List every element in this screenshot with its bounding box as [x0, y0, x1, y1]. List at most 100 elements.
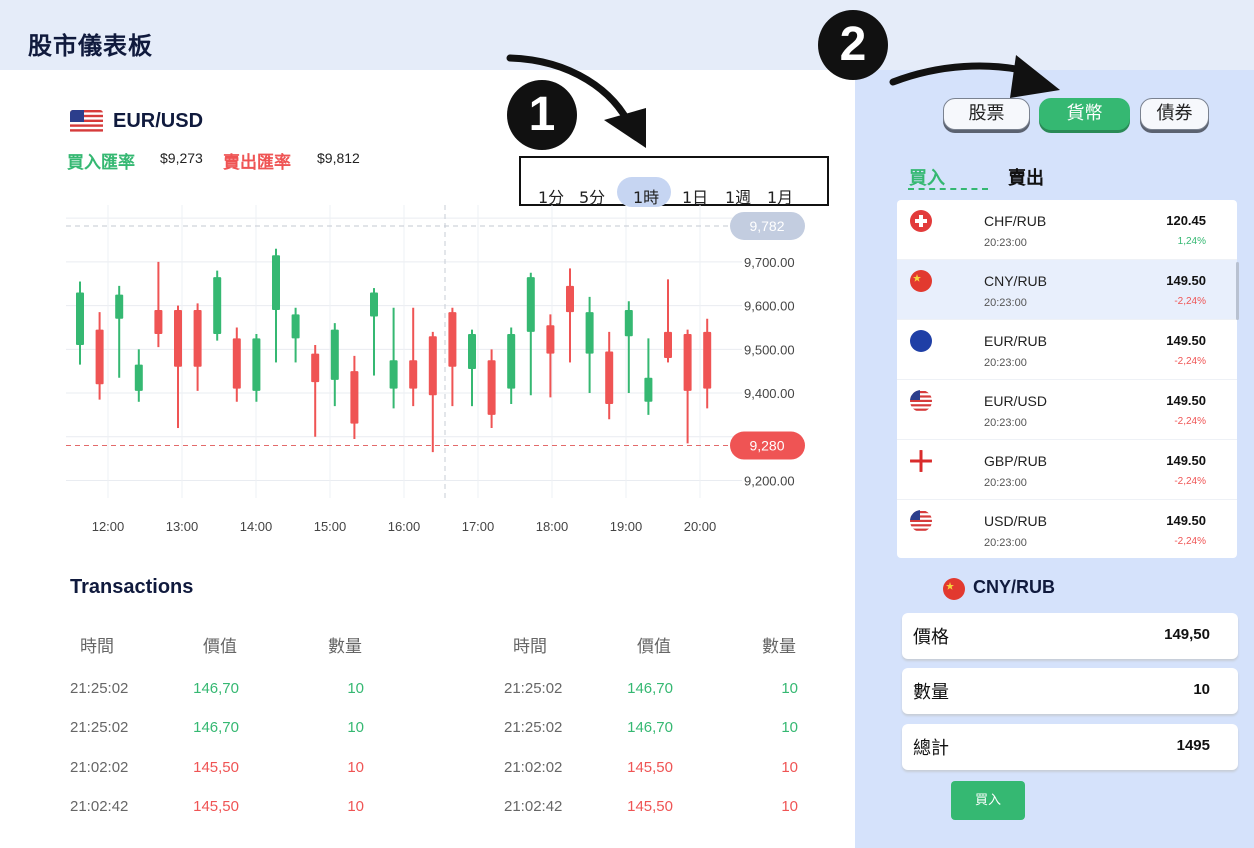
x-tick-label: 13:00 [166, 519, 199, 534]
y-tick-label: 9,700.00 [744, 255, 795, 270]
sell-rate-label: 賣出匯率 [223, 153, 291, 173]
candle-body [134, 364, 143, 391]
tx-qty: 10 [347, 759, 364, 776]
quantity-value: 10 [1193, 681, 1210, 698]
x-tick-label: 17:00 [462, 519, 495, 534]
tx-qty: 10 [781, 680, 798, 697]
timeframe-selector: 1分 5分 1時 1日 1週 1月 [519, 156, 829, 207]
candle-body [487, 360, 496, 415]
tx-time: 21:25:02 [70, 680, 129, 697]
tx-time: 21:25:02 [70, 719, 129, 736]
x-tick-label: 20:00 [684, 519, 717, 534]
candle-body [370, 292, 378, 317]
quantity-field[interactable]: 數量 10 [902, 668, 1238, 714]
candle-body [664, 331, 672, 359]
pair-name: EUR/RUB [984, 333, 1048, 349]
tx-qty: 10 [347, 719, 364, 736]
candle-body [174, 309, 182, 367]
tx-header-qty: 數量 [762, 637, 796, 657]
candle-body [468, 334, 476, 369]
candle-body [507, 334, 516, 389]
us-flag-icon [910, 510, 932, 532]
step-1-badge: 1 [507, 80, 577, 150]
pair-row-gbp-rub[interactable]: GBP/RUB 20:23:00 149.50 -2,24% [897, 440, 1237, 500]
candle-body [76, 292, 84, 345]
total-value: 1495 [1176, 737, 1210, 754]
tx-value: 146,70 [627, 719, 673, 736]
price-value: 149,50 [1164, 626, 1210, 643]
tx-value: 145,50 [193, 798, 239, 815]
candle-body [154, 309, 163, 335]
tx-qty: 10 [347, 680, 364, 697]
pair-time: 20:23:00 [984, 537, 1027, 549]
tab-buy-underline [908, 188, 988, 190]
buy-rate-value: $9,273 [160, 150, 203, 166]
candle-body [605, 351, 614, 404]
candlestick-chart[interactable]: 9,800.009,700.009,600.009,500.009,400.00… [60, 205, 820, 545]
candle-body [585, 312, 594, 354]
china-flag-icon [910, 270, 932, 292]
tx-qty: 10 [781, 759, 798, 776]
tx-value: 146,70 [627, 680, 673, 697]
category-currency-button[interactable]: 貨幣 [1039, 98, 1130, 130]
candle-body [683, 334, 692, 391]
transactions-title: Transactions [70, 576, 194, 598]
pair-change: -2,24% [1174, 356, 1206, 367]
tx-qty: 10 [781, 719, 798, 736]
x-tick-label: 12:00 [92, 519, 125, 534]
app-title: 股市儀表板 [28, 32, 153, 60]
pair-time: 20:23:00 [984, 297, 1027, 309]
tx-time: 21:02:42 [504, 798, 563, 815]
pair-change: -2,24% [1174, 476, 1206, 487]
china-flag-icon [943, 578, 965, 600]
tx-header-qty: 數量 [328, 637, 362, 657]
tx-time: 21:02:02 [504, 759, 563, 776]
tx-header-value: 價值 [637, 637, 671, 657]
tx-value: 145,50 [627, 798, 673, 815]
pair-row-eur-rub[interactable]: EUR/RUB 20:23:00 149.50 -2,24% [897, 320, 1237, 380]
currency-pair-list[interactable]: CHF/RUB 20:23:00 120.45 1,24% CNY/RUB 20… [897, 200, 1237, 558]
us-flag-icon [70, 110, 103, 134]
candle-body [330, 329, 339, 380]
buy-rate-label: 買入匯率 [67, 153, 135, 173]
x-tick-label: 18:00 [536, 519, 569, 534]
candle-body [272, 255, 280, 310]
y-tick-label: 9,400.00 [744, 386, 795, 401]
pair-row-usd-rub[interactable]: USD/RUB 20:23:00 149.50 -2,24% [897, 500, 1237, 558]
buy-button[interactable]: 買入 [951, 781, 1025, 820]
england-flag-icon [910, 450, 932, 472]
candle-body [546, 325, 555, 354]
pair-list-scrollbar[interactable] [1236, 262, 1239, 320]
category-stocks-button[interactable]: 股票 [943, 98, 1030, 130]
pair-time: 20:23:00 [984, 357, 1027, 369]
switzerland-flag-icon [910, 210, 932, 232]
category-bonds-button[interactable]: 債券 [1140, 98, 1209, 130]
y-tick-label: 9,600.00 [744, 299, 795, 314]
tab-sell[interactable]: 賣出 [1008, 164, 1044, 190]
tx-header-time: 時間 [513, 637, 547, 657]
us-flag-icon [910, 390, 932, 412]
candle-body [252, 338, 261, 391]
pair-row-cny-rub[interactable]: CNY/RUB 20:23:00 149.50 -2,24% [897, 260, 1237, 320]
candle-body [526, 277, 535, 332]
quantity-label: 數量 [913, 682, 949, 703]
x-tick-label: 19:00 [610, 519, 643, 534]
candle-body [624, 309, 633, 337]
pair-row-eur-usd[interactable]: EUR/USD 20:23:00 149.50 -2,24% [897, 380, 1237, 440]
candle-body [232, 338, 241, 389]
tx-time: 21:02:42 [70, 798, 129, 815]
pair-row-chf-rub[interactable]: CHF/RUB 20:23:00 120.45 1,24% [897, 200, 1237, 260]
total-label: 總計 [913, 738, 949, 759]
x-tick-label: 16:00 [388, 519, 421, 534]
candle-body [350, 371, 359, 424]
candle-body [291, 314, 300, 339]
candle-body [409, 360, 418, 389]
tx-value: 145,50 [627, 759, 673, 776]
tab-buy[interactable]: 買入 [909, 164, 945, 190]
candle-body [703, 331, 712, 389]
pair-name: USD/RUB [984, 513, 1048, 529]
tx-time: 21:25:02 [504, 680, 563, 697]
price-field[interactable]: 價格 149,50 [902, 613, 1238, 659]
pair-price: 149.50 [1166, 273, 1206, 288]
tx-qty: 10 [781, 798, 798, 815]
